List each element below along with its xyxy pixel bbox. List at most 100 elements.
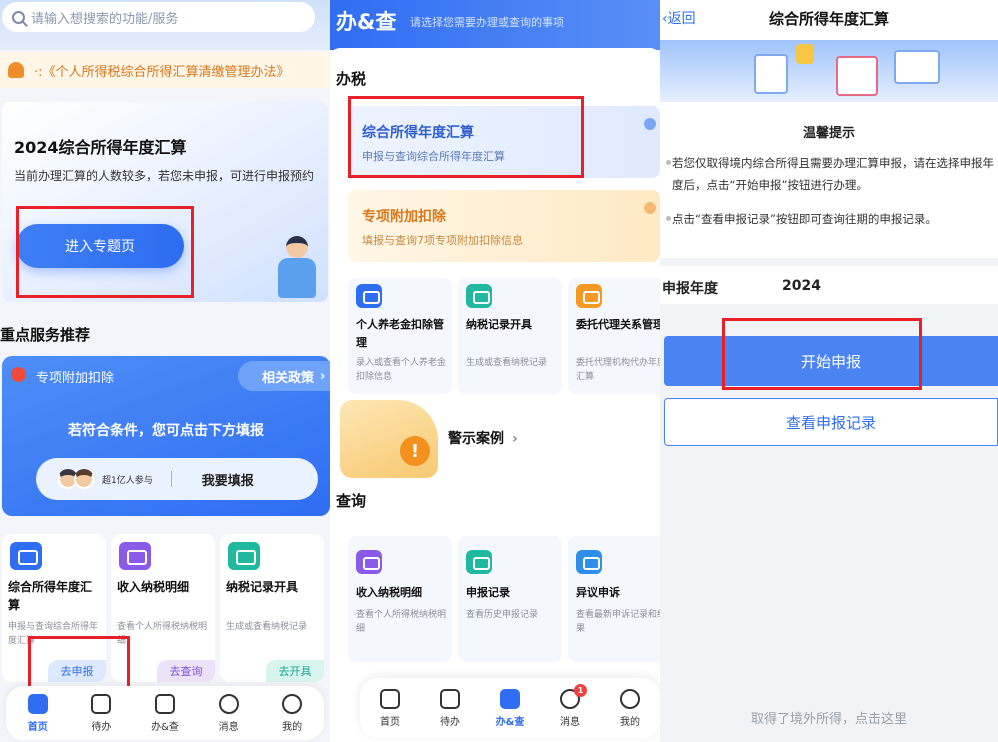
income-detail-card[interactable]: 收入纳税明细 查看个人所得税纳税明细 [348,536,452,662]
service-card-record[interactable]: 纳税记录开具 生成或查看纳税记录 去开具 [220,534,324,682]
bottom-tab-bar: 首页 待办 办&查 消息 我的 [6,686,324,740]
start-declaration-button[interactable]: 开始申报 [664,336,998,386]
card-desc: 查看历史申报记录 [466,610,539,620]
page-subtitle: 请选择您需要办理或查询的事项 [410,16,564,29]
home-icon [380,688,400,709]
service-name: 收入纳税明细 [117,580,190,594]
service-card-income[interactable]: 收入纳税明细 查看个人所得税纳税明细 去查询 [111,534,215,682]
service-desc: 生成或查看纳税记录 [226,622,308,632]
tab-mine[interactable]: 我的 [266,693,318,733]
declare-button[interactable]: 去申报 [48,660,106,682]
warning-cases[interactable]: ! 警示案例 › [338,398,660,480]
tab-label: 消息 [560,716,580,728]
year-value: 2024 [782,278,821,294]
tax-record-icon [466,284,492,308]
declare-record-icon [466,550,492,574]
back-label: 返回 [667,11,696,27]
back-button[interactable]: ‹返回 [662,8,696,28]
declare-record-card[interactable]: 申报记录 查看历史申报记录 [458,536,562,662]
query-button[interactable]: 去查询 [157,660,215,682]
agency-icon [576,284,602,308]
income-detail-icon [356,550,382,574]
fill-in-button[interactable]: 我要填报 [202,470,254,489]
chevron-right-icon [644,202,656,214]
tab-handle-query[interactable]: 办&查 [484,688,536,728]
banner-desc: 当前办理汇算的人数较多，若您未申报，可进行申报预约 [14,169,315,183]
agency-card[interactable]: 委托代理关系管理 委托代理机构代办年度汇算 [568,278,660,394]
card-desc: 录入或查看个人养老金扣除信息 [356,358,447,382]
exclamation-icon: ! [400,436,430,466]
tax-year-row[interactable]: 申报年度 2024 [660,258,998,304]
appeal-icon [576,550,602,574]
chevron-right-icon [644,118,656,130]
tab-todo[interactable]: 待办 [424,688,476,728]
feature-desc: 申报与查询综合所得年度汇算 [362,150,505,163]
promo-title: 专项附加扣除 [36,371,115,386]
card-desc: 查看最新申诉记录和结果 [576,610,660,634]
chat-card-icon [894,50,940,84]
pension-card[interactable]: 个人养老金扣除管理 录入或查看个人养老金扣除信息 [348,278,452,394]
special-deduction-card: 专项附加扣除 相关政策 › 若符合条件，您可点击下方填报 超1亿人参与 我要填报 [2,356,330,516]
todo-icon [440,688,460,709]
tab-message[interactable]: 1 消息 [544,683,596,728]
enter-topic-button[interactable]: 进入专题页 [16,224,184,268]
tip-item: 若您仅取得境内综合所得且需要办理汇算申报，请在选择申报年度后，点击“开始申报”按… [666,152,998,196]
page-title: 综合所得年度汇算 [768,10,889,28]
feature-desc: 填报与查询7项专项附加扣除信息 [362,234,523,247]
participants-count: 超1亿人参与 [102,475,153,486]
document-icon [754,54,788,94]
folder-icon [796,44,814,64]
unread-badge: 1 [574,683,587,697]
tax-record-card[interactable]: 纳税记录开具 生成或查看纳税记录 [458,278,562,394]
section-title-query: 查询 [336,492,367,510]
home-screen: 请输入想搜索的功能/服务 ·:《个人所得税综合所得汇算清缴管理办法》 2024综… [0,0,330,742]
tab-home[interactable]: 首页 [12,693,64,733]
issue-button[interactable]: 去开具 [266,660,324,682]
tab-mine[interactable]: 我的 [604,688,656,728]
card-name: 委托代理关系管理 [576,318,660,331]
avatar [74,469,94,489]
bottom-tab-bar: 首页 待办 办&查 1 消息 我的 [360,678,660,738]
handle-header: 办&查 请选择您需要办理或查询的事项 [330,0,660,50]
tab-handle-query[interactable]: 办&查 [139,693,191,733]
tab-todo[interactable]: 待办 [75,693,127,733]
service-desc: 查看个人所得税纳税明细 [117,622,208,646]
chevron-right-icon: › [512,431,518,447]
feature-annual[interactable]: 综合所得年度汇算 申报与查询综合所得年度汇算 [348,106,660,178]
tax-record-icon [228,542,260,570]
feature-special-deduction[interactable]: 专项附加扣除 填报与查询7项专项附加扣除信息 [348,190,660,262]
card-name: 收入纳税明细 [356,586,422,599]
tip-item: 点击“查看申报记录”按钮即可查询往期的申报记录。 [666,208,998,230]
card-name: 异议申诉 [576,586,620,599]
search-input[interactable]: 请输入想搜索的功能/服务 [2,2,315,32]
banner-title: 2024综合所得年度汇算 [14,138,187,157]
promo-hint: 若符合条件，您可点击下方填报 [68,423,264,439]
notice-bar[interactable]: ·:《个人所得税综合所得汇算清缴管理办法》 [0,52,330,88]
bell-icon [8,62,24,78]
card-desc: 生成或查看纳税记录 [466,358,548,368]
fill-in-pill[interactable]: 超1亿人参与 我要填报 [36,458,318,500]
view-records-button[interactable]: 查看申报记录 [664,398,998,446]
year-label: 申报年度 [662,281,718,297]
search-placeholder: 请输入想搜索的功能/服务 [31,11,179,27]
tab-label: 办&查 [495,716,525,728]
related-policy-link[interactable]: 相关政策 › [238,361,330,391]
message-icon [218,693,239,714]
tab-message[interactable]: 消息 [203,693,255,733]
foreign-income-link[interactable]: 取得了境外所得，点击这里 [660,708,998,727]
warning-label: 警示案例 › [448,431,518,447]
home-header: 请输入想搜索的功能/服务 [0,0,330,50]
service-card-annual[interactable]: 综合所得年度汇算 申报与查询综合所得年度汇算 去申报 [2,534,106,682]
appeal-card[interactable]: 异议申诉 查看最新申诉记录和结果 [568,536,660,662]
hero-illustration [660,40,998,102]
handle-query-icon [500,688,520,709]
feature-name: 综合所得年度汇算 [362,125,474,141]
chevron-right-icon: › [320,368,326,384]
todo-icon [91,693,112,714]
tab-home[interactable]: 首页 [364,688,416,728]
policy-label: 相关政策 [262,370,315,386]
profile-icon [282,693,303,714]
tab-label: 待办 [440,716,460,728]
tab-label: 我的 [620,716,640,728]
home-icon [27,693,48,714]
